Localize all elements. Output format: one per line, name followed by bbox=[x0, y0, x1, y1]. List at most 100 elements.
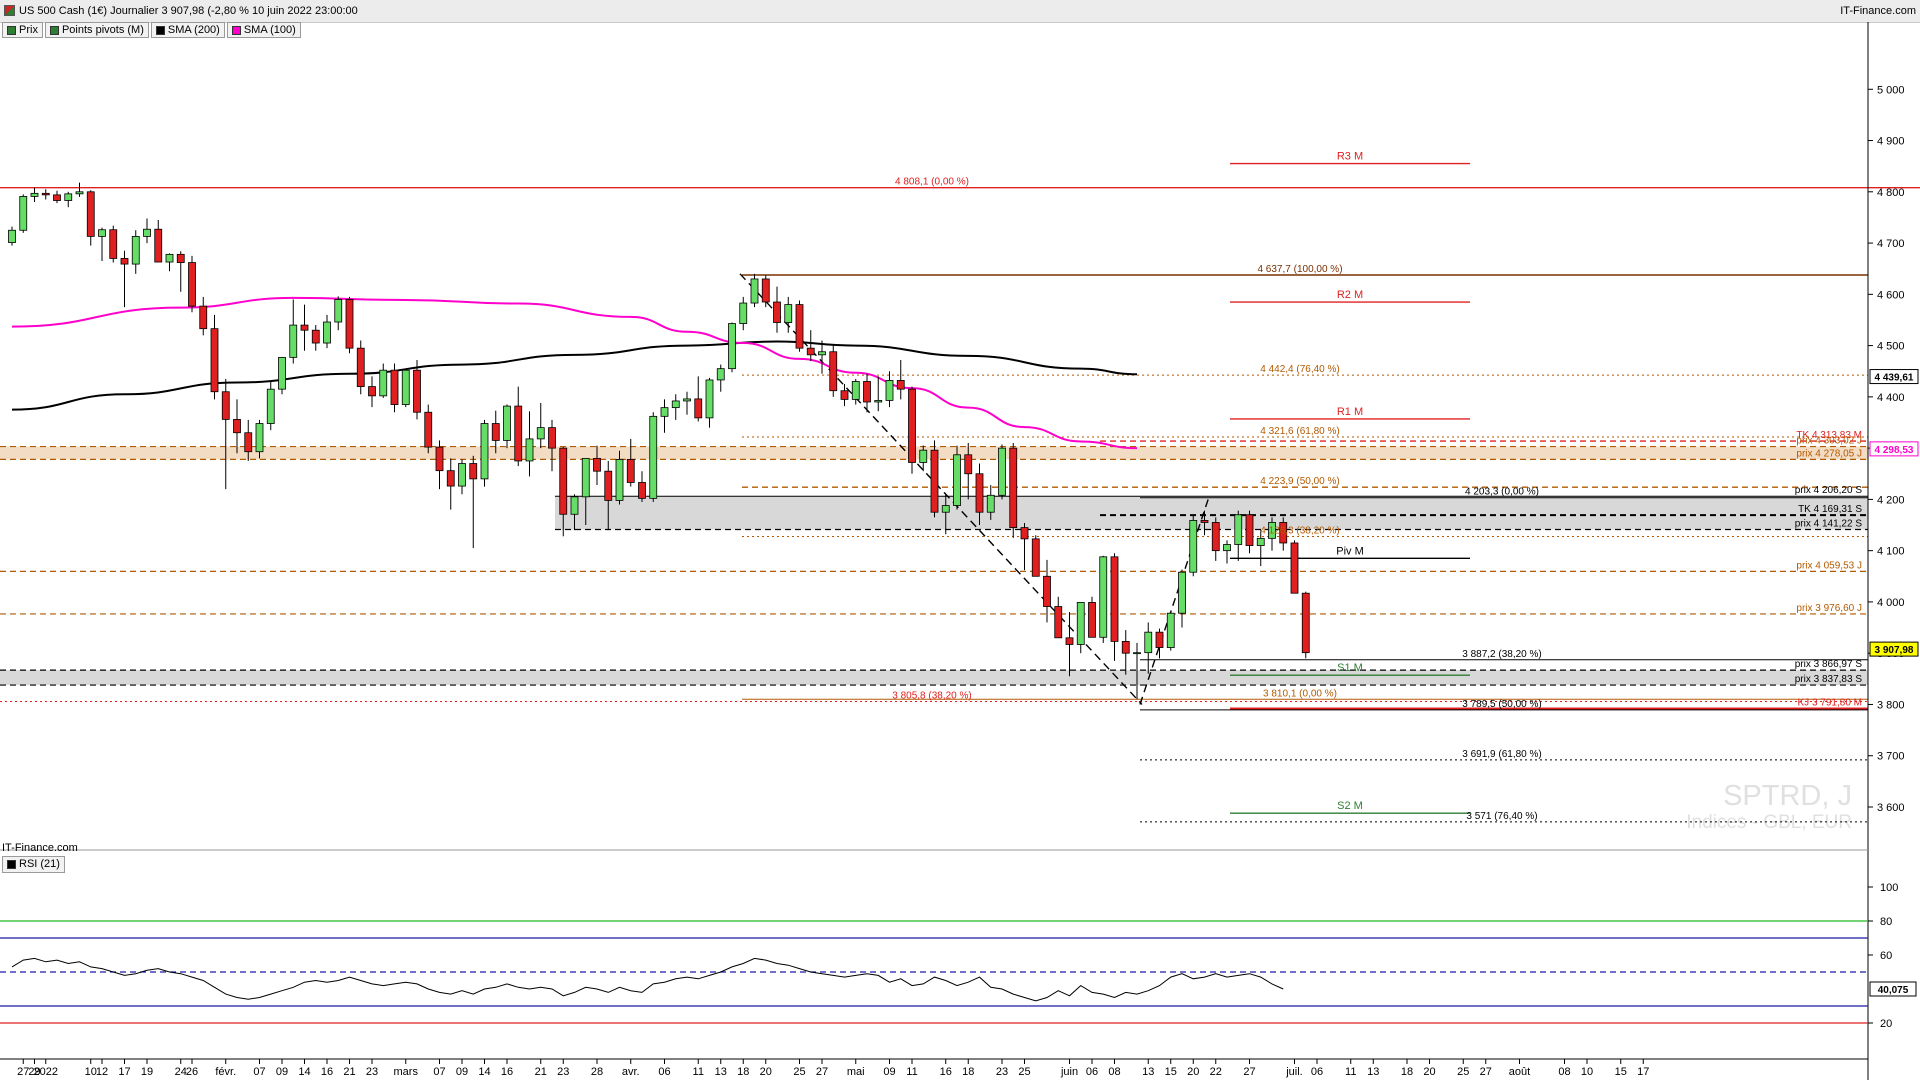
candle-body bbox=[503, 405, 511, 441]
candle-body bbox=[30, 192, 39, 197]
candle-body bbox=[1211, 522, 1220, 552]
rsi-swatch-icon bbox=[7, 860, 16, 869]
candle-body bbox=[154, 228, 163, 263]
x-tick-label: 20 bbox=[1423, 1066, 1435, 1078]
candle-body bbox=[1155, 631, 1164, 648]
candle-body bbox=[323, 321, 331, 344]
x-tick-label: 07 bbox=[253, 1066, 265, 1078]
x-tick-label: 23 bbox=[557, 1066, 569, 1078]
candle-body bbox=[638, 482, 646, 499]
x-tick-label: 08 bbox=[1558, 1066, 1570, 1078]
candle-body bbox=[199, 305, 208, 330]
candle-body bbox=[874, 400, 883, 403]
candle-body bbox=[570, 496, 579, 515]
x-tick-label: 06 bbox=[1311, 1066, 1323, 1078]
candle-body bbox=[1245, 514, 1254, 546]
candle-body bbox=[559, 447, 568, 515]
level-label: prix 4 206,20 S bbox=[1795, 485, 1863, 496]
y-tick-label: 3 600 bbox=[1877, 802, 1905, 814]
candle-body bbox=[694, 398, 703, 419]
rsi-legend[interactable]: RSI (21) bbox=[2, 856, 65, 873]
candle-body bbox=[953, 454, 961, 506]
candle-body bbox=[1223, 544, 1231, 552]
candle-body bbox=[1133, 652, 1141, 655]
candle-body bbox=[840, 390, 849, 400]
x-tick-label: 13 bbox=[1142, 1066, 1154, 1078]
level-label: prix 4 278,05 J bbox=[1796, 448, 1862, 459]
candle-body bbox=[413, 369, 421, 413]
price-chart[interactable]: SPTRD, J Indices - GBL, EUR R3 M R2 M R1 M… bbox=[0, 0, 1920, 1080]
x-tick-label: juin bbox=[1060, 1066, 1078, 1078]
x-tick-label: 11 bbox=[1345, 1066, 1356, 1078]
candle-body bbox=[671, 400, 680, 409]
x-tick-label: 25 bbox=[793, 1066, 805, 1078]
candle-body bbox=[863, 381, 871, 403]
candle-body bbox=[851, 381, 860, 400]
x-tick-label: févr. bbox=[215, 1066, 236, 1078]
candle-body bbox=[64, 193, 73, 201]
candle-body bbox=[1076, 602, 1085, 645]
y-tick-label: 4 100 bbox=[1877, 546, 1905, 558]
x-tick-label: 07 bbox=[433, 1066, 445, 1078]
candle-body bbox=[379, 369, 388, 397]
y-tick-label: 4 700 bbox=[1877, 238, 1905, 250]
candle-body bbox=[480, 423, 489, 480]
x-tick-label: avr. bbox=[622, 1066, 640, 1078]
x-tick-label: 06 bbox=[1086, 1066, 1098, 1078]
x-tick-label: 12 bbox=[96, 1066, 108, 1078]
level-label: 3 810,1 (0,00 %) bbox=[1263, 688, 1337, 699]
candle-body bbox=[1290, 542, 1299, 594]
candle-body bbox=[266, 388, 275, 424]
candle-body bbox=[19, 196, 28, 231]
x-tick-label: 21 bbox=[343, 1066, 355, 1078]
x-tick-label: 09 bbox=[276, 1066, 288, 1078]
candle-body bbox=[469, 463, 478, 480]
x-tick-label: 13 bbox=[1367, 1066, 1379, 1078]
rsi-line bbox=[11, 957, 1284, 1002]
price-tag-label: 4 298,53 bbox=[1875, 445, 1914, 456]
x-tick-label: mars bbox=[394, 1066, 419, 1078]
x-tick-label: 20 bbox=[760, 1066, 772, 1078]
rsi-panel: 100 80 60 20 40,075 bbox=[0, 882, 1917, 1030]
level-label: prix 4 059,53 J bbox=[1796, 560, 1862, 571]
price-zone bbox=[0, 670, 1868, 686]
candle-body bbox=[244, 432, 253, 453]
level-label: 3 571 (76,40 %) bbox=[1466, 811, 1537, 822]
level-label: 4 126,3 (38,20 %) bbox=[1260, 526, 1340, 537]
level-label: 4 223,9 (50,00 %) bbox=[1260, 476, 1340, 487]
x-tick-label: 11 bbox=[693, 1066, 704, 1078]
candle-body bbox=[1121, 640, 1130, 654]
candle-body bbox=[278, 356, 286, 390]
level-label: prix 3 866,97 S bbox=[1795, 659, 1863, 670]
watermark-market: Indices - GBL, EUR bbox=[1686, 812, 1852, 833]
x-tick-label: 23 bbox=[996, 1066, 1008, 1078]
candle-body bbox=[390, 369, 399, 405]
candle-body bbox=[660, 407, 669, 417]
candle-body bbox=[233, 419, 241, 434]
candle-body bbox=[604, 470, 613, 501]
rsi-value-label: 40,075 bbox=[1878, 985, 1909, 996]
rsi-tick-label: 20 bbox=[1880, 1018, 1892, 1030]
y-tick-label: 4 400 bbox=[1877, 392, 1905, 404]
candle-body bbox=[435, 446, 444, 472]
level-label: prix 3 837,83 S bbox=[1795, 674, 1863, 685]
watermark-symbol: SPTRD, J bbox=[1723, 780, 1852, 812]
price-zone bbox=[555, 496, 1868, 530]
candle-body bbox=[334, 299, 343, 323]
candle-body bbox=[908, 388, 916, 463]
candle-body bbox=[143, 228, 151, 237]
rsi-label: RSI (21) bbox=[19, 858, 60, 870]
level-label: TK 4 169,31 S bbox=[1798, 504, 1862, 515]
candle-body bbox=[311, 329, 320, 344]
candle-body bbox=[8, 229, 16, 243]
rsi-tick-label: 80 bbox=[1880, 916, 1892, 928]
candle-body bbox=[1043, 575, 1051, 607]
candle-body bbox=[221, 391, 230, 420]
x-tick-label: 15 bbox=[1615, 1066, 1627, 1078]
candle-body bbox=[1166, 612, 1175, 648]
candle-body bbox=[761, 278, 770, 303]
level-label: 3 789,5 (50,00 %) bbox=[1462, 699, 1542, 710]
x-tick-label: 16 bbox=[940, 1066, 952, 1078]
x-tick-label: juil. bbox=[1285, 1066, 1303, 1078]
x-tick-label: 17 bbox=[1637, 1066, 1649, 1078]
